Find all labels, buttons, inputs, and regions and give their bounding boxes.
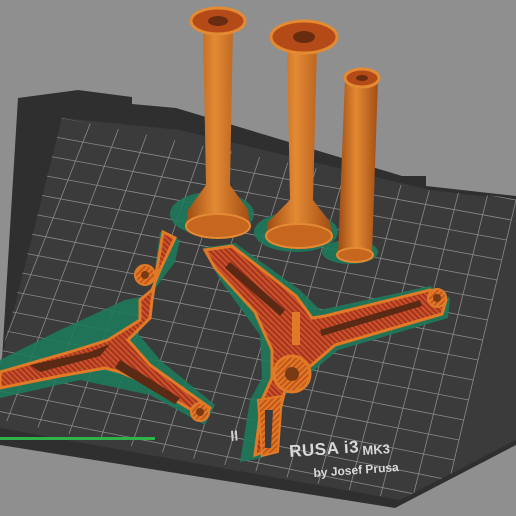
bed-text-partial: ll: [229, 427, 239, 444]
progress-bar-fill: [0, 437, 155, 440]
3d-preview-viewport[interactable]: ll RUSA i3 MK3 by Josef Prusa: [0, 0, 516, 516]
progress-bar: [0, 437, 516, 441]
spool-holder-tube-3[interactable]: [336, 67, 381, 263]
bed-model-label: MK3: [361, 441, 391, 458]
